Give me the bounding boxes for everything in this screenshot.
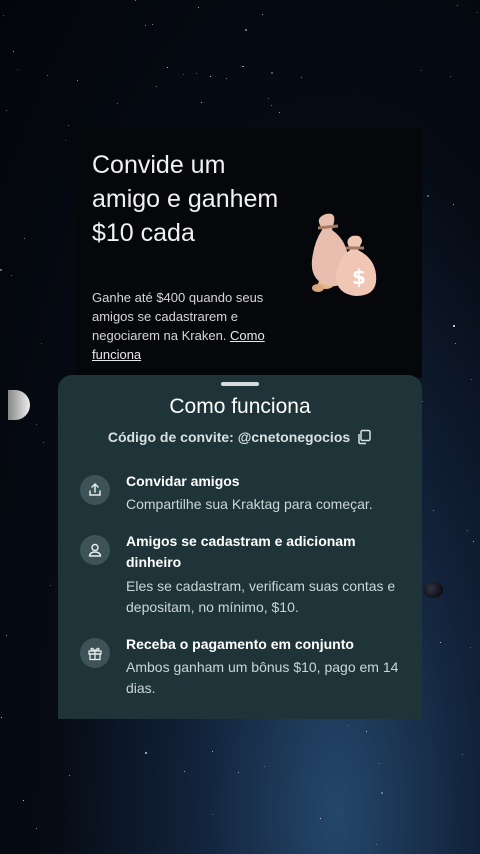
star-decoration [212, 751, 213, 752]
star-decoration [226, 78, 227, 79]
gift-icon [88, 647, 102, 661]
invite-code-text: Código de convite: @cnetonegocios [107, 429, 351, 445]
star-decoration [279, 112, 280, 113]
star-decoration [41, 343, 42, 344]
star-decoration [36, 828, 37, 829]
star-decoration [135, 0, 136, 1]
star-decoration [77, 80, 78, 81]
star-decoration [271, 72, 273, 74]
sheet-drag-handle[interactable] [221, 382, 259, 386]
star-decoration [467, 530, 468, 531]
star-decoration [167, 67, 168, 68]
step-title: Amigos se cadastram e adicionam dinheiro [126, 533, 356, 570]
star-decoration [6, 110, 7, 111]
star-decoration [422, 401, 423, 402]
share-icon-container [80, 475, 110, 505]
star-decoration [457, 5, 458, 6]
sheet-title: Como funciona [169, 395, 311, 418]
star-decoration [145, 25, 146, 26]
star-decoration [11, 275, 12, 276]
step-description: Eles se cadastram, verificam suas contas… [126, 578, 396, 615]
star-decoration [243, 66, 244, 67]
invite-code-row: Código de convite: @cnetonegocios [58, 429, 422, 445]
star-decoration [198, 7, 199, 8]
star-decoration [453, 204, 454, 205]
star-decoration [17, 69, 18, 70]
referral-promo-card: Convide um amigo e ganhem $10 cada $ Gan… [76, 128, 422, 378]
star-decoration [366, 731, 367, 732]
star-decoration [301, 77, 302, 78]
star-decoration [348, 725, 349, 726]
star-decoration [43, 442, 44, 443]
star-decoration [184, 771, 185, 772]
star-decoration [6, 635, 7, 636]
promo-description: Ganhe até $400 quando seus amigos se cad… [92, 288, 292, 364]
star-decoration [433, 510, 434, 511]
star-decoration [379, 763, 380, 764]
star-decoration [13, 51, 14, 52]
star-decoration [68, 125, 69, 126]
star-decoration [245, 29, 247, 31]
star-decoration [427, 195, 429, 197]
star-decoration [462, 754, 463, 755]
star-decoration [264, 766, 265, 767]
star-decoration [210, 76, 211, 77]
star-decoration [1, 717, 2, 718]
star-decoration [50, 585, 51, 586]
star-decoration [471, 379, 472, 380]
star-decoration [3, 15, 4, 16]
star-decoration [183, 74, 184, 75]
star-decoration [36, 424, 37, 425]
star-decoration [470, 647, 471, 648]
copy-icon[interactable] [356, 429, 372, 445]
star-decoration [381, 792, 383, 794]
star-decoration [268, 98, 269, 99]
star-decoration [212, 814, 213, 815]
star-decoration [145, 752, 147, 754]
gift-icon-container [80, 638, 110, 668]
star-decoration [473, 541, 474, 542]
star-decoration [320, 818, 321, 819]
star-decoration [117, 103, 118, 104]
star-decoration [262, 14, 263, 15]
star-decoration [376, 844, 377, 845]
planet-decoration [423, 582, 443, 598]
step-description: Compartilhe sua Kraktag para começar. [126, 496, 373, 512]
star-decoration [440, 642, 441, 643]
star-decoration [238, 772, 239, 773]
star-decoration [156, 86, 157, 87]
star-decoration [152, 24, 153, 25]
star-decoration [65, 140, 66, 141]
star-decoration [453, 325, 455, 327]
star-decoration [455, 343, 456, 344]
share-icon [89, 482, 101, 496]
step-title: Receba o pagamento em conjunto [126, 636, 354, 652]
money-bag-icon: $ [311, 213, 377, 296]
star-decoration [196, 73, 197, 74]
step-title: Convidar amigos [126, 473, 240, 489]
step-description: Ambos ganham um bônus $10, pago em 14 di… [126, 659, 399, 696]
star-decoration [477, 12, 478, 13]
star-decoration [450, 76, 451, 77]
user-icon [88, 543, 102, 557]
star-decoration [421, 70, 422, 71]
star-decoration [69, 775, 70, 776]
star-decoration [271, 105, 272, 106]
how-it-works-sheet: Como funciona Código de convite: @cneton… [58, 375, 422, 719]
user-icon-container [80, 535, 110, 565]
star-decoration [201, 102, 202, 103]
star-decoration [0, 269, 2, 271]
star-decoration [24, 238, 25, 239]
promo-title: Convide um amigo e ganhem $10 cada [92, 151, 279, 247]
star-decoration [47, 75, 48, 76]
svg-text:$: $ [352, 265, 366, 289]
star-decoration [23, 800, 24, 801]
